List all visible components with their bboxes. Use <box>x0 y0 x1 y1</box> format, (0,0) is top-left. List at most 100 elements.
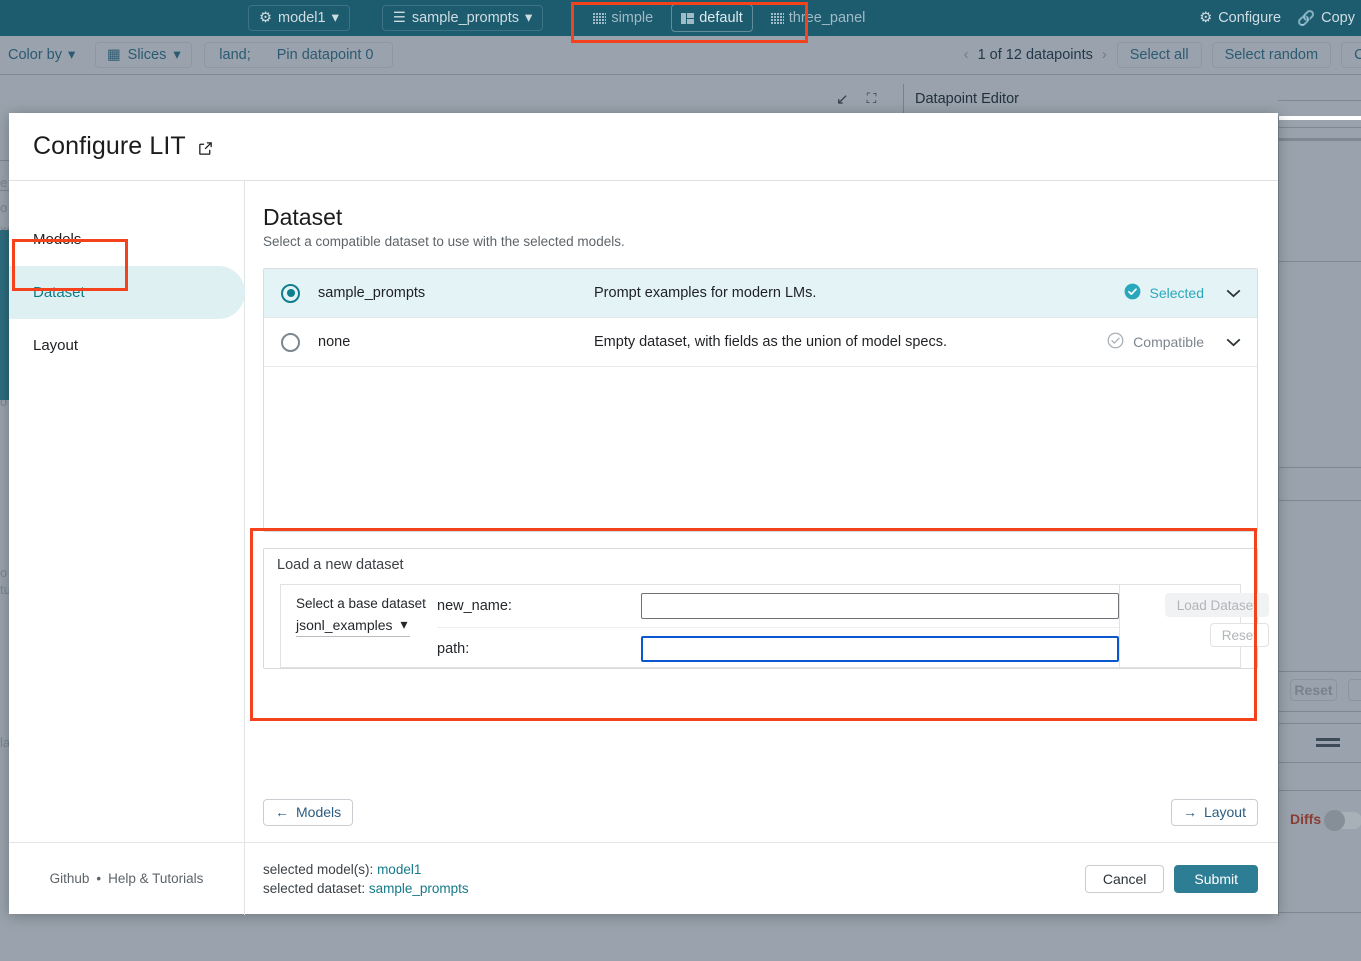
selected-dataset-value: sample_prompts <box>369 881 469 896</box>
copy-link-button[interactable]: 🔗 Copy <box>1297 10 1355 27</box>
layout-button-simple-label: simple <box>611 10 653 26</box>
chevron-down-icon: ▾ <box>401 616 408 633</box>
bg-divider-12 <box>1278 762 1361 763</box>
pin-icon: land; <box>219 47 250 63</box>
radio-none[interactable] <box>281 333 300 352</box>
path-label: path: <box>437 641 641 657</box>
drag-handle[interactable] <box>1316 744 1340 747</box>
expand-icon[interactable]: ⛶ <box>867 90 877 107</box>
chevron-down-icon: ▾ <box>525 10 532 26</box>
bg-fragment: o <box>0 565 7 580</box>
slices-icon: ▦ <box>107 47 121 63</box>
toolbar-right-actions: ⚙ Configure 🔗 Copy <box>1199 0 1355 36</box>
chevron-down-icon: ▾ <box>173 47 180 63</box>
next-step-button[interactable]: → Layout <box>1171 799 1258 826</box>
open-in-new-icon[interactable] <box>197 140 214 157</box>
bg-vertical-divider <box>1278 116 1279 916</box>
prev-step-label: Models <box>296 804 341 820</box>
background-reset-button[interactable]: Reset <box>1290 679 1337 701</box>
reset-label: Reset <box>1222 628 1257 643</box>
bg-divider-13 <box>1278 790 1361 791</box>
clear-selection-button[interactable]: Clear s <box>1341 42 1361 68</box>
prev-step-button[interactable]: ← Models <box>263 799 353 826</box>
select-random-button[interactable]: Select random <box>1212 42 1332 68</box>
slices-button[interactable]: ▦ Slices ▾ <box>95 42 192 68</box>
table-row[interactable]: sample_prompts Prompt examples for moder… <box>264 269 1257 318</box>
base-dataset-value: jsonl_examples <box>296 617 393 633</box>
datapoint-editor-title: Datapoint Editor <box>915 91 1019 107</box>
chevron-down-icon[interactable] <box>1226 334 1241 351</box>
slices-label: Slices <box>128 47 167 63</box>
link-icon: 🔗 <box>1297 10 1315 27</box>
base-dataset-label: Select a base dataset <box>296 596 419 611</box>
submit-button[interactable]: Submit <box>1174 865 1258 893</box>
bg-divider-4 <box>1278 140 1361 141</box>
status-badge-label: Selected <box>1150 285 1204 301</box>
dataset-description: Prompt examples for modern LMs. <box>594 285 1123 301</box>
dialog-sidebar: Models Dataset Layout <box>9 181 245 842</box>
dataset-selector[interactable]: ☰ sample_prompts ▾ <box>382 5 543 31</box>
path-input[interactable] <box>641 636 1119 662</box>
footer-buttons: Cancel Submit <box>1085 865 1278 893</box>
color-by-selector[interactable]: Color by ▾ <box>0 47 85 63</box>
check-circle-outline-icon <box>1106 331 1125 353</box>
clear-selection-label: Clear s <box>1354 47 1361 63</box>
status-badge: Selected <box>1123 282 1204 304</box>
chevron-down-icon[interactable] <box>1226 285 1241 302</box>
select-all-button[interactable]: Select all <box>1117 42 1202 68</box>
layout-button-default[interactable]: default <box>671 4 753 32</box>
datapoint-editor-header: Datapoint Editor <box>903 84 1361 114</box>
base-dataset-select[interactable]: jsonl_examples ▾ <box>296 616 410 637</box>
new-name-label: new_name: <box>437 598 641 614</box>
bg-divider-14 <box>1278 912 1361 913</box>
bg-divider-2 <box>1278 127 1361 128</box>
toolbar-divider <box>0 74 1361 75</box>
layout-button-simple[interactable]: simple <box>583 4 663 32</box>
color-by-label: Color by <box>8 47 62 63</box>
bg-divider-1 <box>1278 100 1361 101</box>
diffs-label: Diffs <box>1290 811 1321 827</box>
pager-prev-icon[interactable]: ‹ <box>964 47 969 63</box>
load-dataset-button[interactable]: Load Dataset <box>1165 593 1269 617</box>
dialog-header: Configure LIT <box>9 113 1278 181</box>
sidebar-item-dataset[interactable]: Dataset <box>9 266 245 319</box>
sidebar-item-models[interactable]: Models <box>9 213 244 266</box>
footer-summary: selected model(s): model1 selected datas… <box>245 860 1085 898</box>
bg-divider-9 <box>1278 671 1361 672</box>
cancel-button[interactable]: Cancel <box>1085 865 1165 893</box>
layout-button-three-panel[interactable]: three_panel <box>761 4 876 32</box>
pin-datapoint-label: Pin datapoint 0 <box>277 47 374 63</box>
table-row[interactable]: none Empty dataset, with fields as the u… <box>264 318 1257 367</box>
selected-dataset-label: selected dataset: <box>263 881 365 896</box>
copy-label: Copy <box>1321 10 1355 26</box>
new-name-input[interactable] <box>641 593 1119 619</box>
chevron-down-icon: ▾ <box>332 10 339 26</box>
select-all-label: Select all <box>1130 47 1189 63</box>
split-layout-icon <box>681 13 694 24</box>
minimize-icon[interactable]: ↙ <box>836 90 849 108</box>
bg-divider-6 <box>1278 261 1361 262</box>
selected-models-label: selected model(s): <box>263 862 373 877</box>
dataset-description: Empty dataset, with fields as the union … <box>594 334 1106 350</box>
model-selector[interactable]: ⚙ model1 ▾ <box>248 5 350 31</box>
reset-button[interactable]: Reset <box>1210 623 1269 647</box>
configure-button[interactable]: ⚙ Configure <box>1199 10 1281 26</box>
sidebar-item-layout[interactable]: Layout <box>9 319 244 372</box>
bg-color-swatch <box>0 230 9 400</box>
field-row-new-name: new_name: <box>437 585 1119 627</box>
github-link[interactable]: Github <box>50 871 90 886</box>
pager-next-icon[interactable]: › <box>1102 47 1107 63</box>
help-tutorials-link[interactable]: Help & Tutorials <box>108 871 203 886</box>
pin-datapoint-button[interactable]: land; Pin datapoint 0 <box>204 42 393 68</box>
dataset-name: sample_prompts <box>318 285 594 301</box>
drag-handle[interactable] <box>1316 738 1340 741</box>
dataset-selector-label: sample_prompts <box>412 10 519 26</box>
diffs-toggle[interactable] <box>1324 812 1361 829</box>
radio-sample-prompts[interactable] <box>281 284 300 303</box>
grid-icon <box>593 13 606 24</box>
background-extra-button[interactable] <box>1348 679 1361 701</box>
dataset-name: none <box>318 334 594 350</box>
footer-links: Github • Help & Tutorials <box>9 843 245 915</box>
base-dataset-column: Select a base dataset jsonl_examples ▾ <box>281 585 419 667</box>
sidebar-item-label: Layout <box>33 337 78 354</box>
